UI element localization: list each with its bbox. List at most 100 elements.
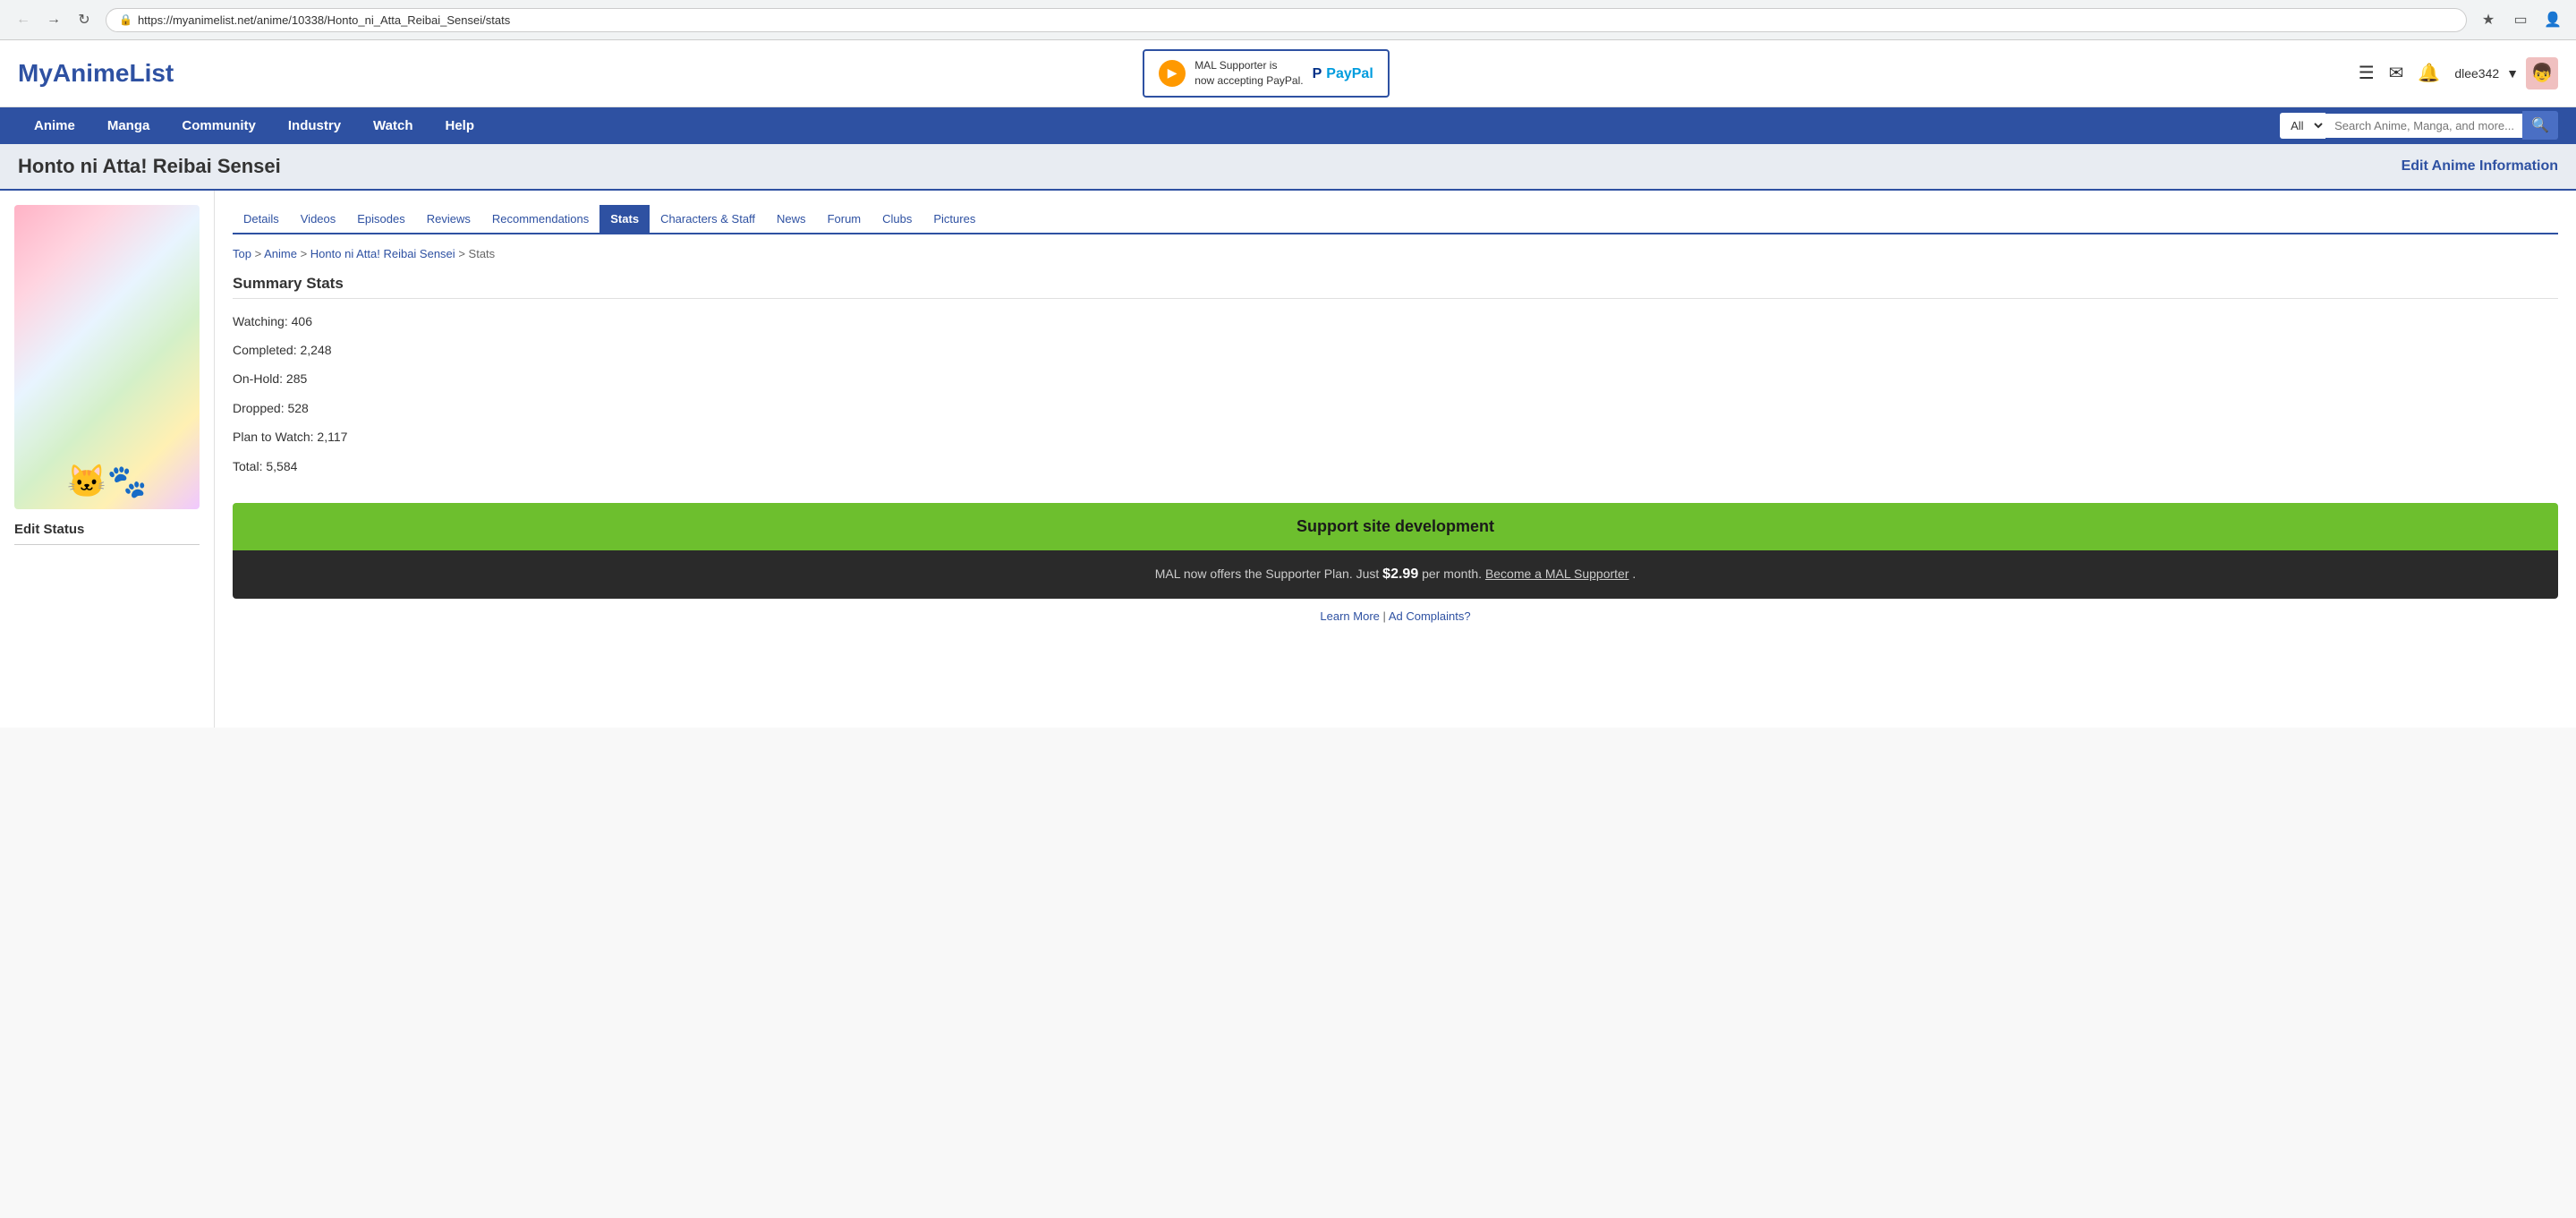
user-avatar: 👦 — [2526, 57, 2558, 89]
header-right: ☰ ✉ 🔔 dlee342 ▼ 👦 — [2359, 57, 2558, 89]
watching-label: Watching: — [233, 314, 288, 328]
tab-news[interactable]: News — [766, 205, 817, 233]
browser-chrome: ← → ↻ 🔒 https://myanimelist.net/anime/10… — [0, 0, 2576, 40]
paypal-play-icon: ▶ — [1159, 60, 1186, 87]
nav-item-anime[interactable]: Anime — [18, 107, 91, 144]
mail-icon[interactable]: ✉ — [2389, 62, 2404, 84]
support-banner: Support site development MAL now offers … — [233, 503, 2558, 599]
dropped-value: 528 — [287, 401, 308, 415]
plantowatch-label: Plan to Watch: — [233, 430, 314, 444]
main-nav: Anime Manga Community Industry Watch Hel… — [0, 107, 2576, 144]
stats-section-title: Summary Stats — [233, 275, 2558, 299]
profile-button[interactable]: 👤 — [2540, 7, 2565, 32]
page-title: Honto ni Atta! Reibai Sensei — [18, 155, 281, 178]
become-supporter-link[interactable]: Become a MAL Supporter — [1485, 566, 1629, 581]
reload-button[interactable]: ↻ — [72, 7, 97, 32]
total-label: Total: — [233, 459, 262, 473]
tab-videos[interactable]: Videos — [290, 205, 347, 233]
nav-item-community[interactable]: Community — [166, 107, 272, 144]
nav-item-watch[interactable]: Watch — [357, 107, 429, 144]
main-content: 🐱🐾 Edit Status Details Videos Episodes R… — [0, 191, 2576, 728]
forward-button[interactable]: → — [41, 7, 66, 32]
search-type-select[interactable]: All — [2280, 113, 2325, 139]
mal-logo[interactable]: MyAnimeList — [18, 59, 174, 88]
search-input[interactable] — [2325, 114, 2522, 138]
anime-cover-image: 🐱🐾 — [14, 205, 200, 509]
paypal-line2: now accepting PayPal. — [1194, 73, 1303, 89]
stat-dropped: Dropped: 528 — [233, 398, 2558, 418]
support-banner-body: MAL now offers the Supporter Plan. Just … — [233, 550, 2558, 599]
tab-pictures[interactable]: Pictures — [922, 205, 986, 233]
edit-status-divider — [14, 544, 200, 545]
nav-item-help[interactable]: Help — [429, 107, 491, 144]
tab-characters-staff[interactable]: Characters & Staff — [650, 205, 766, 233]
breadcrumb: Top > Anime > Honto ni Atta! Reibai Sens… — [233, 247, 2558, 260]
tab-episodes[interactable]: Episodes — [346, 205, 415, 233]
learn-more-link[interactable]: Learn More — [1320, 609, 1379, 623]
footer-links: Learn More | Ad Complaints? — [233, 599, 2558, 634]
tab-recommendations[interactable]: Recommendations — [481, 205, 599, 233]
stats-section: Summary Stats Watching: 406 Completed: 2… — [233, 275, 2558, 476]
dropped-label: Dropped: — [233, 401, 285, 415]
url-text: https://myanimelist.net/anime/10338/Hont… — [138, 13, 510, 27]
anime-sidebar: 🐱🐾 Edit Status — [0, 191, 215, 728]
stat-watching: Watching: 406 — [233, 311, 2558, 331]
paypal-text: MAL Supporter is now accepting PayPal. — [1194, 58, 1303, 89]
cast-button[interactable]: ▭ — [2508, 7, 2533, 32]
support-price: $2.99 — [1382, 566, 1418, 582]
edit-status-label: Edit Status — [14, 522, 200, 537]
stat-onhold: On-Hold: 285 — [233, 369, 2558, 388]
completed-label: Completed: — [233, 343, 297, 357]
stat-completed-wrapper: Completed: 2,248 — [233, 340, 2558, 360]
paypal-logo: P PayPal — [1313, 64, 1373, 82]
mal-header: MyAnimeList ▶ MAL Supporter is now accep… — [0, 40, 2576, 107]
secure-icon: 🔒 — [119, 13, 132, 26]
breadcrumb-anime[interactable]: Anime — [264, 247, 297, 260]
tab-forum[interactable]: Forum — [817, 205, 872, 233]
search-button[interactable]: 🔍 — [2522, 111, 2558, 140]
watching-value: 406 — [292, 314, 312, 328]
breadcrumb-sep3: > — [458, 247, 468, 260]
tab-details[interactable]: Details — [233, 205, 290, 233]
support-period: . — [1632, 566, 1636, 581]
stat-plantowatch: Plan to Watch: 2,117 — [233, 427, 2558, 447]
breadcrumb-current: Stats — [469, 247, 496, 260]
nav-item-manga[interactable]: Manga — [91, 107, 166, 144]
support-per-month: per month. — [1422, 566, 1482, 581]
footer-separator: | — [1383, 609, 1386, 623]
support-body-text: MAL now offers the Supporter Plan. Just — [1155, 566, 1380, 581]
completed-value: 2,248 — [300, 343, 331, 357]
menu-icon[interactable]: ☰ — [2359, 62, 2375, 84]
breadcrumb-sep1: > — [255, 247, 265, 260]
onhold-label: On-Hold: — [233, 371, 283, 386]
nav-buttons: ← → ↻ — [11, 7, 97, 32]
stat-total: Total: 5,584 — [233, 456, 2558, 476]
bookmark-button[interactable]: ★ — [2476, 7, 2501, 32]
onhold-value: 285 — [286, 371, 307, 386]
user-dropdown-icon: ▼ — [2506, 66, 2519, 81]
sub-nav: Details Videos Episodes Reviews Recommen… — [233, 205, 2558, 234]
tab-reviews[interactable]: Reviews — [416, 205, 481, 233]
nav-item-industry[interactable]: Industry — [272, 107, 357, 144]
anime-main: Details Videos Episodes Reviews Recommen… — [215, 191, 2576, 728]
back-button[interactable]: ← — [11, 7, 36, 32]
search-bar: All 🔍 — [2280, 111, 2558, 140]
plantowatch-value: 2,117 — [317, 430, 347, 444]
bell-icon[interactable]: 🔔 — [2418, 62, 2440, 84]
support-banner-header: Support site development — [233, 503, 2558, 550]
edit-anime-link[interactable]: Edit Anime Information — [2402, 158, 2558, 175]
paypal-line1: MAL Supporter is — [1194, 58, 1303, 73]
breadcrumb-series[interactable]: Honto ni Atta! Reibai Sensei — [310, 247, 455, 260]
page-title-bar: Honto ni Atta! Reibai Sensei Edit Anime … — [0, 144, 2576, 191]
address-bar[interactable]: 🔒 https://myanimelist.net/anime/10338/Ho… — [106, 8, 2467, 32]
total-value: 5,584 — [266, 459, 297, 473]
breadcrumb-top[interactable]: Top — [233, 247, 251, 260]
tab-stats[interactable]: Stats — [599, 205, 650, 233]
paypal-banner[interactable]: ▶ MAL Supporter is now accepting PayPal.… — [1143, 49, 1390, 98]
cover-art: 🐱🐾 — [14, 205, 200, 509]
ad-complaints-link[interactable]: Ad Complaints? — [1389, 609, 1471, 623]
user-menu[interactable]: dlee342 ▼ 👦 — [2454, 57, 2558, 89]
breadcrumb-sep2: > — [301, 247, 310, 260]
browser-actions: ★ ▭ 👤 — [2476, 7, 2565, 32]
tab-clubs[interactable]: Clubs — [871, 205, 922, 233]
